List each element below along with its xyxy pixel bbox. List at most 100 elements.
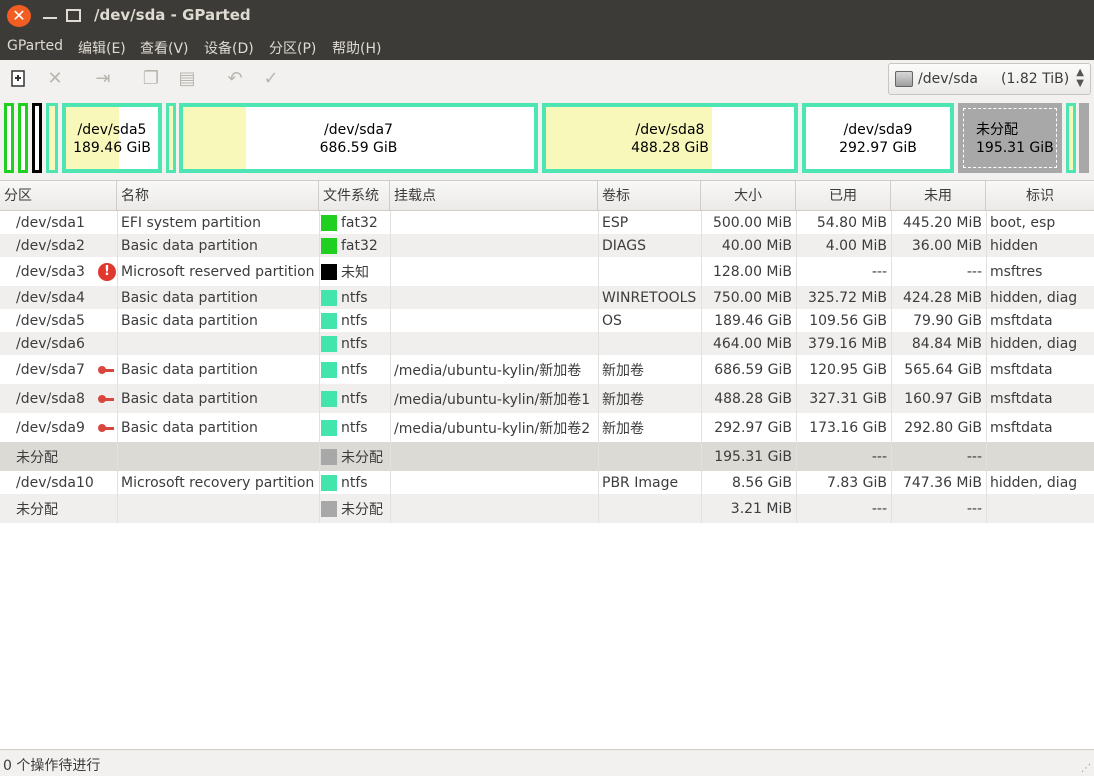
cell-text: 189.46 GiB — [714, 312, 792, 329]
paste-icon[interactable]: ▤ — [174, 66, 200, 92]
delete-icon[interactable]: ✕ — [42, 66, 68, 92]
partmap-sda10[interactable] — [1066, 103, 1076, 173]
filesystem-color-swatch — [321, 419, 337, 436]
column-divider — [598, 494, 599, 523]
partmap-size: 686.59 GiB — [319, 140, 398, 156]
cell-size: 464.00 MiB — [702, 332, 792, 355]
resize-grip-icon[interactable]: ⋰ — [1081, 763, 1091, 774]
partmap-sda9[interactable]: /dev/sda9 292.97 GiB — [802, 103, 954, 173]
partmap-sda2[interactable] — [18, 103, 28, 173]
cell-text: 686.59 GiB — [714, 361, 792, 378]
menu-partition[interactable]: 分区(P) — [269, 38, 316, 58]
col-header-label[interactable]: 卷标 — [598, 181, 701, 211]
col-header-name[interactable]: 名称 — [117, 181, 319, 211]
table-row[interactable]: /dev/sda5 Basic data partition ntfs OS 189.4… — [0, 309, 1094, 332]
table-row[interactable]: 未分配 未分配 195.31 GiB --- --- — [0, 442, 1094, 471]
partition-map: /dev/sda5 189.46 GiB /dev/sda7 686.59 GiB … — [0, 100, 1094, 176]
new-partition-icon[interactable] — [6, 66, 32, 92]
column-divider — [319, 332, 320, 355]
cell-flags: hidden, diag — [990, 332, 1094, 355]
table-row[interactable]: /dev/sda1 EFI system partition fat32 ESP 500… — [0, 211, 1094, 234]
cell-unused: --- — [892, 442, 982, 471]
column-divider — [117, 384, 118, 413]
title-bar: ✕ /dev/sda - GParted — [0, 0, 1094, 32]
menu-help[interactable]: 帮助(H) — [332, 38, 381, 58]
cell-fs: ntfs — [321, 471, 389, 494]
column-divider — [117, 286, 118, 309]
maximize-icon[interactable] — [64, 6, 86, 26]
cell-size: 3.21 MiB — [702, 494, 792, 523]
table-row[interactable]: /dev/sda7 Basic data partition ntfs/media/… — [0, 355, 1094, 384]
table-row[interactable]: /dev/sda4 Basic data partition ntfs WINRETO… — [0, 286, 1094, 309]
partmap-unallocated-end[interactable] — [1079, 103, 1089, 173]
undo-icon[interactable]: ↶ — [222, 66, 248, 92]
column-divider — [986, 309, 987, 332]
cell-label — [602, 257, 700, 286]
cell-unused: 84.84 MiB — [892, 332, 982, 355]
minimize-icon[interactable] — [40, 6, 62, 26]
close-icon[interactable]: ✕ — [7, 5, 31, 27]
status-text: 0 个操作待进行 — [3, 758, 101, 774]
col-header-filesystem[interactable]: 文件系统 — [319, 181, 390, 211]
partmap-sda6[interactable] — [166, 103, 176, 173]
partmap-sda5[interactable]: /dev/sda5 189.46 GiB — [62, 103, 162, 173]
col-header-size[interactable]: 大小 — [701, 181, 796, 211]
resize-move-icon[interactable]: ⇥ — [90, 66, 116, 92]
column-divider — [390, 413, 391, 442]
column-divider — [117, 494, 118, 523]
copy-icon[interactable]: ❐ — [138, 66, 164, 92]
cell-unused: 445.20 MiB — [892, 211, 982, 234]
partmap-sda8[interactable]: /dev/sda8 488.28 GiB — [542, 103, 798, 173]
cell-unused: 565.64 GiB — [892, 355, 982, 384]
column-divider — [986, 384, 987, 413]
table-row[interactable]: /dev/sda9 Basic data partition ntfs/media/… — [0, 413, 1094, 442]
col-header-mountpoint[interactable]: 挂载点 — [390, 181, 598, 211]
partmap-sda3[interactable] — [32, 103, 42, 173]
cell-text: 488.28 GiB — [714, 390, 792, 407]
menu-gparted[interactable]: GParted — [7, 38, 63, 54]
column-divider — [319, 494, 320, 523]
partmap-unallocated[interactable]: 未分配 195.31 GiB — [958, 103, 1062, 173]
column-divider — [390, 309, 391, 332]
col-header-flags[interactable]: 标识 — [986, 181, 1094, 211]
menu-view[interactable]: 查看(V) — [140, 38, 189, 58]
cell-text: Basic data partition — [121, 419, 258, 436]
partmap-sda7[interactable]: /dev/sda7 686.59 GiB — [179, 103, 538, 173]
table-row[interactable]: /dev/sda6 ntfs 464.00 MiB 379.16 MiB 84.84 M… — [0, 332, 1094, 355]
table-row[interactable]: /dev/sda10 Microsoft recovery partition nt… — [0, 471, 1094, 494]
cell-text: msftdata — [990, 361, 1053, 378]
col-header-unused[interactable]: 未用 — [891, 181, 986, 211]
cell-text: msftdata — [990, 390, 1053, 407]
cell-text: Basic data partition — [121, 312, 258, 329]
cell-text: 新加卷 — [602, 391, 644, 408]
cell-text: 3.21 MiB — [730, 500, 792, 517]
partmap-sda4[interactable] — [46, 103, 58, 173]
table-row[interactable]: !/dev/sda3 Microsoft reserved partition 未知… — [0, 257, 1094, 286]
col-header-used[interactable]: 已用 — [796, 181, 891, 211]
menu-device[interactable]: 设备(D) — [204, 38, 254, 58]
cell-text: /dev/sda3 — [16, 263, 85, 280]
apply-icon[interactable]: ✓ — [258, 66, 284, 92]
column-divider — [390, 257, 391, 286]
column-divider — [598, 355, 599, 384]
cell-text: 未分配 — [16, 449, 58, 466]
cell-text: 新加卷 — [602, 362, 644, 379]
table-row[interactable]: /dev/sda8 Basic data partition ntfs/media/… — [0, 384, 1094, 413]
cell-text: ntfs — [341, 474, 368, 491]
cell-unused: 160.97 GiB — [892, 384, 982, 413]
partmap-label: /dev/sda5 — [77, 122, 147, 138]
partmap-label: /dev/sda9 — [843, 122, 913, 138]
cell-name — [121, 494, 317, 523]
cell-label: 新加卷 — [602, 384, 700, 413]
cell-text: ntfs — [341, 335, 368, 352]
table-row[interactable]: /dev/sda2 Basic data partition fat32 DIAGS 4… — [0, 234, 1094, 257]
partmap-sda1[interactable] — [4, 103, 14, 173]
menu-edit[interactable]: 编辑(E) — [78, 38, 126, 58]
cell-partition: /dev/sda3 — [16, 257, 116, 286]
cell-text: 292.97 GiB — [714, 419, 792, 436]
table-row[interactable]: 未分配 未分配 3.21 MiB --- --- — [0, 494, 1094, 523]
cell-label: OS — [602, 309, 700, 332]
cell-text: 424.28 MiB — [902, 289, 982, 306]
device-selector[interactable]: /dev/sda (1.82 TiB) ▲ ▼ — [888, 63, 1091, 95]
col-header-partition[interactable]: 分区 — [0, 181, 117, 211]
